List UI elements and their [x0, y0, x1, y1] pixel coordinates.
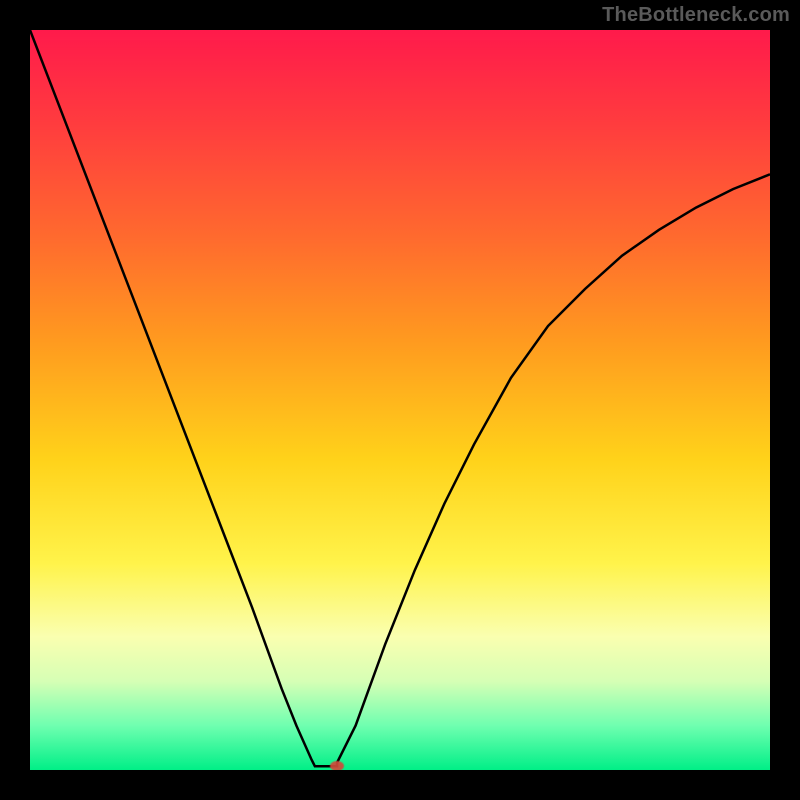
- bottleneck-curve: [30, 30, 770, 766]
- curve-svg: [30, 30, 770, 770]
- chart-frame: TheBottleneck.com: [0, 0, 800, 800]
- watermark-text: TheBottleneck.com: [602, 4, 790, 27]
- optimal-point-marker: [330, 761, 344, 770]
- plot-area: [30, 30, 770, 770]
